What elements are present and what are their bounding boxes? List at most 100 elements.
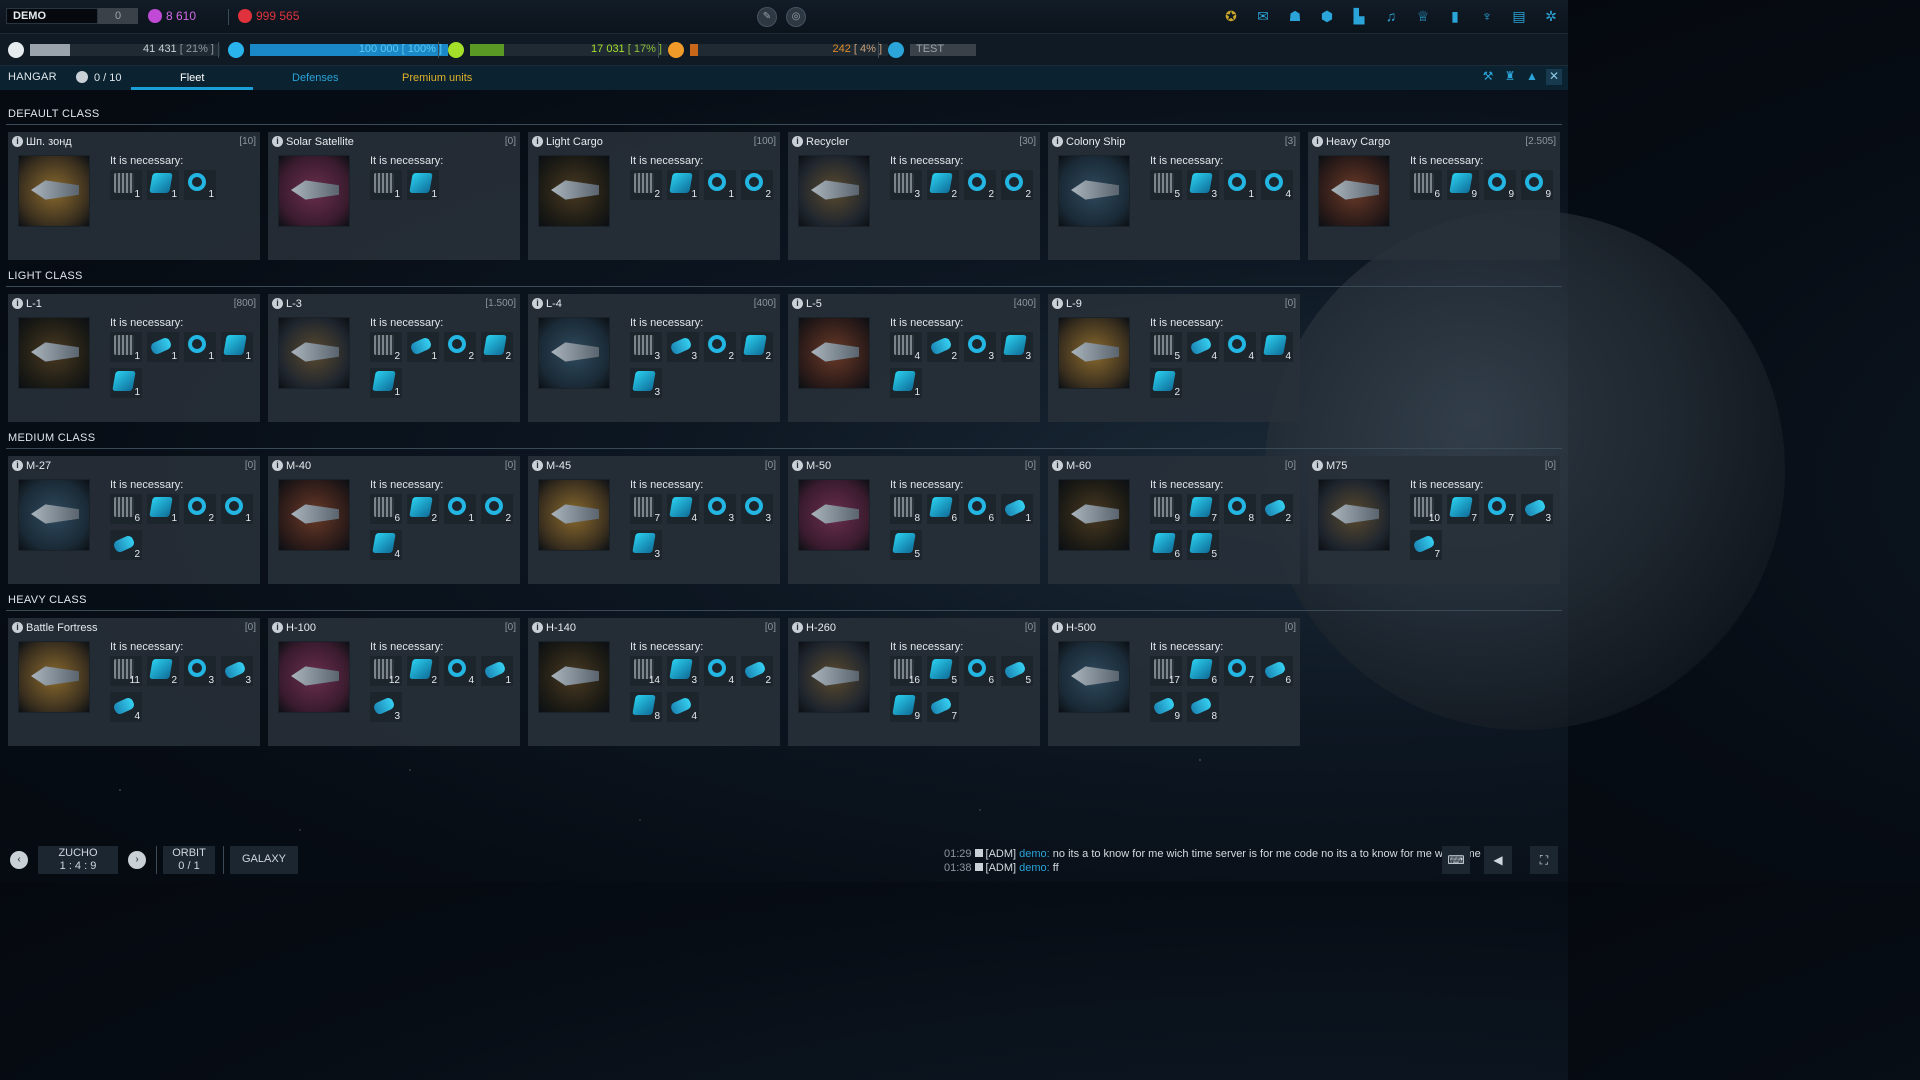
info-icon[interactable]: i <box>12 622 23 633</box>
tab-premium-units[interactable]: Premium units <box>402 72 472 84</box>
officer-icon[interactable]: ♕ <box>1414 8 1432 25</box>
chat-icon[interactable]: ▤ <box>1510 8 1528 25</box>
info-icon[interactable]: i <box>1052 460 1063 471</box>
unit-image[interactable] <box>1058 641 1130 713</box>
info-icon[interactable]: i <box>272 136 283 147</box>
tab-defenses[interactable]: Defenses <box>292 72 338 84</box>
planet-selector[interactable]: TEST <box>888 42 976 58</box>
unit-image[interactable] <box>278 479 350 551</box>
info-icon[interactable]: i <box>1052 136 1063 147</box>
keyboard-icon[interactable]: ⌨ <box>1442 846 1470 874</box>
resource-deuterium[interactable]: 17 031 [ 17% ] <box>448 42 668 58</box>
orbit-button[interactable]: ORBIT 0 / 1 <box>163 846 215 874</box>
shield-icon[interactable]: ⬢ <box>1318 8 1336 25</box>
gear-icon[interactable]: ✲ <box>1542 8 1560 25</box>
ship-icon[interactable]: ▲ <box>1524 69 1540 85</box>
unit-image[interactable] <box>538 641 610 713</box>
resource-crystal[interactable]: 100 000 [ 100% ] <box>228 42 448 58</box>
unit-image[interactable] <box>538 317 610 389</box>
unit-card[interactable]: i H-500 [0] It is necessary: 17 6 7 6 9 … <box>1048 618 1300 746</box>
medal-icon[interactable]: ✪ <box>1222 8 1240 25</box>
info-icon[interactable]: i <box>272 298 283 309</box>
resource-metal[interactable]: 41 431 [ 21% ] <box>8 42 220 58</box>
unit-image[interactable] <box>538 155 610 227</box>
unit-image[interactable] <box>1058 317 1130 389</box>
credits-currency[interactable]: 999 565 <box>238 9 299 23</box>
unit-card[interactable]: i L-9 [0] It is necessary: 5 4 4 4 2 <box>1048 294 1300 422</box>
unit-card[interactable]: i M-60 [0] It is necessary: 9 7 8 2 6 5 <box>1048 456 1300 584</box>
mail-icon[interactable]: ✉ <box>1254 8 1272 25</box>
galaxy-button[interactable]: GALAXY <box>230 846 298 874</box>
unit-card[interactable]: i Battle Fortress [0] It is necessary: 1… <box>8 618 260 746</box>
unit-image[interactable] <box>278 155 350 227</box>
unit-image[interactable] <box>18 155 90 227</box>
edit-icon[interactable]: ✎ <box>757 7 777 27</box>
info-icon[interactable]: i <box>792 298 803 309</box>
unit-card[interactable]: i M-27 [0] It is necessary: 6 1 2 1 2 <box>8 456 260 584</box>
info-icon[interactable]: i <box>792 460 803 471</box>
next-planet-icon[interactable]: › <box>128 851 146 869</box>
planet-coordinates[interactable]: ZUCHO 1 : 4 : 9 <box>38 846 118 874</box>
resource-energy[interactable]: 242 [ 4% ] <box>668 42 888 58</box>
unit-card[interactable]: i Solar Satellite [0] It is necessary: 1… <box>268 132 520 260</box>
research-icon[interactable]: ♫ <box>1382 8 1400 25</box>
unit-image[interactable] <box>1058 155 1130 227</box>
unit-card[interactable]: i L-3 [1.500] It is necessary: 2 1 2 2 1 <box>268 294 520 422</box>
info-icon[interactable]: i <box>792 622 803 633</box>
info-icon[interactable]: i <box>1312 460 1323 471</box>
unit-card[interactable]: i Light Cargo [100] It is necessary: 2 1… <box>528 132 780 260</box>
alliance-icon[interactable]: ☗ <box>1286 8 1304 25</box>
unit-image[interactable] <box>1318 155 1390 227</box>
unit-card[interactable]: i L-1 [800] It is necessary: 1 1 1 1 1 <box>8 294 260 422</box>
info-icon[interactable]: i <box>532 622 543 633</box>
unit-card[interactable]: i H-260 [0] It is necessary: 16 5 6 5 9 … <box>788 618 1040 746</box>
unit-image[interactable] <box>798 641 870 713</box>
unit-image[interactable] <box>798 479 870 551</box>
info-icon[interactable]: i <box>532 460 543 471</box>
sound-icon[interactable]: ◀ <box>1484 846 1512 874</box>
tab-fleet[interactable]: Fleet <box>180 72 204 84</box>
unit-image[interactable] <box>278 641 350 713</box>
info-icon[interactable]: i <box>272 622 283 633</box>
unit-image[interactable] <box>798 155 870 227</box>
info-icon[interactable]: i <box>532 136 543 147</box>
buildings-icon[interactable]: ▙ <box>1350 8 1368 25</box>
unit-card[interactable]: i Heavy Cargo [2.505] It is necessary: 6… <box>1308 132 1560 260</box>
player-name[interactable]: DEMO <box>6 8 98 24</box>
unit-image[interactable] <box>1318 479 1390 551</box>
unit-card[interactable]: i Colony Ship [3] It is necessary: 5 3 1 <box>1048 132 1300 260</box>
unit-image[interactable] <box>18 479 90 551</box>
unit-image[interactable] <box>18 317 90 389</box>
unit-card[interactable]: i M-50 [0] It is necessary: 8 6 6 1 5 <box>788 456 1040 584</box>
unit-card[interactable]: i M75 [0] It is necessary: 10 7 7 3 7 <box>1308 456 1560 584</box>
unit-card[interactable]: i Recycler [30] It is necessary: 3 2 2 2 <box>788 132 1040 260</box>
hammer-icon[interactable]: ⚒ <box>1480 69 1496 85</box>
info-icon[interactable]: i <box>1312 136 1323 147</box>
unit-image[interactable] <box>18 641 90 713</box>
info-icon[interactable]: i <box>12 298 23 309</box>
info-icon[interactable]: i <box>272 460 283 471</box>
close-icon[interactable]: ✕ <box>1546 69 1562 85</box>
unit-image[interactable] <box>798 317 870 389</box>
unit-card[interactable]: i M-45 [0] It is necessary: 7 4 3 3 3 <box>528 456 780 584</box>
fleet-icon[interactable]: ♜ <box>1502 69 1518 85</box>
info-icon[interactable]: i <box>532 298 543 309</box>
fullscreen-icon[interactable]: ⛶ <box>1530 846 1558 874</box>
info-icon[interactable]: i <box>12 460 23 471</box>
unit-image[interactable] <box>278 317 350 389</box>
unit-card[interactable]: i Шп. зонд [10] It is necessary: 1 1 1 <box>8 132 260 260</box>
unit-card[interactable]: i H-100 [0] It is necessary: 12 2 4 1 3 <box>268 618 520 746</box>
info-icon[interactable]: i <box>792 136 803 147</box>
unit-image[interactable] <box>538 479 610 551</box>
unit-card[interactable]: i L-5 [400] It is necessary: 4 2 3 3 1 <box>788 294 1040 422</box>
info-icon[interactable]: i <box>1052 622 1063 633</box>
unit-card[interactable]: i L-4 [400] It is necessary: 3 3 2 2 3 <box>528 294 780 422</box>
premium-currency[interactable]: 8 610 <box>148 9 196 23</box>
trophy-icon[interactable]: ♆ <box>1478 8 1496 25</box>
unit-image[interactable] <box>1058 479 1130 551</box>
unit-card[interactable]: i M-40 [0] It is necessary: 6 2 1 2 4 <box>268 456 520 584</box>
unit-card[interactable]: i H-140 [0] It is necessary: 14 3 4 2 8 … <box>528 618 780 746</box>
info-icon[interactable]: i <box>1052 298 1063 309</box>
info-icon[interactable]: i <box>12 136 23 147</box>
prev-planet-icon[interactable]: ‹ <box>10 851 28 869</box>
